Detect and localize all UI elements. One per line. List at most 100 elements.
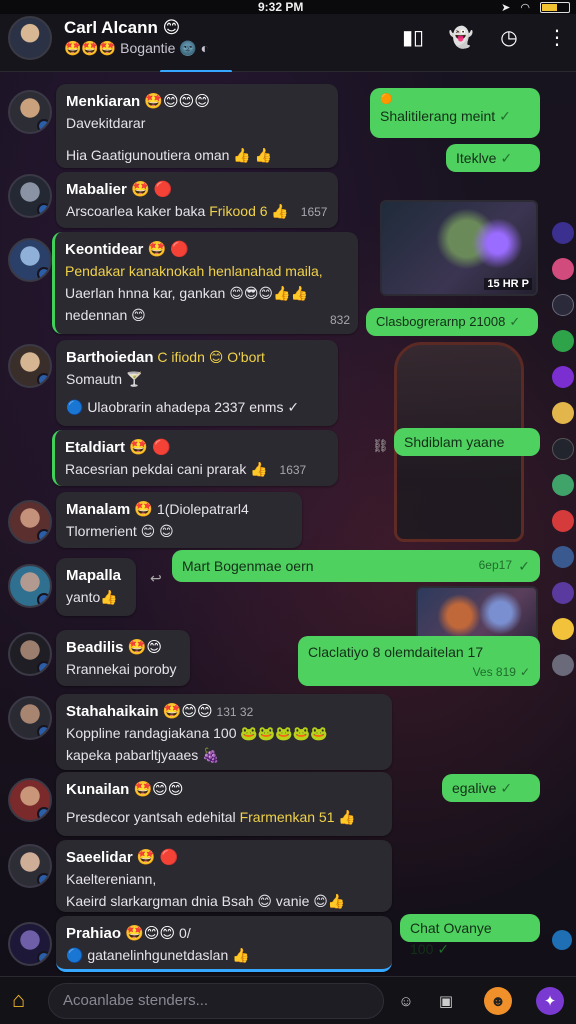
sticker-icon[interactable] [552,438,574,460]
message-text: Uaerlan hnna kar, gankan 😊😎😊👍👍 [65,284,308,301]
outgoing-message[interactable]: Chat Ovanye 100 ✓ [400,914,540,957]
link-icon[interactable]: ⛓ [372,438,389,454]
location-icon: ➤ [501,2,511,14]
message-input[interactable]: Acoanlabe stenders... [48,983,384,1019]
message-bubble[interactable]: Menkiaran 🤩😊😊😊 Davekitdarar Hia Gaatigun… [56,84,338,168]
game-controller-icon[interactable]: ✦ [536,987,564,1015]
outgoing-message[interactable]: Claclatiyo 8 olemdaitelan 17 Ves 819 ✓ [298,636,540,686]
contact-status: 🤩🤩🤩 Bogantie 🌚 ◐ [64,40,210,56]
message-composer: ⌂ Acoanlabe stenders... ☺ ▣ ☻ ✦ [0,976,576,1024]
contact-avatar[interactable] [8,16,52,60]
read-check-icon: ✓ [500,150,513,166]
sticker-icon[interactable] [552,402,574,424]
sticker-icon[interactable] [552,582,574,604]
contact-icon[interactable]: ☺ [392,987,420,1015]
sender-name: Mabalier 🤩 🔴 [66,181,173,198]
image-label: 15 HR P [484,278,532,290]
sticker-icon[interactable] [552,510,574,532]
reply-icon[interactable]: ↩ [150,570,162,587]
sticker-icon[interactable] [552,330,574,352]
outgoing-message[interactable]: Iteklve ✓ [446,144,540,172]
avatar[interactable] [8,564,52,608]
read-check-icon: ✓ [437,941,450,957]
avatar[interactable] [8,778,52,822]
sender-name: Mapalla [66,567,122,584]
message-text: Somautn 🍸 [66,371,144,388]
message-bubble[interactable]: Mapalla yanto👍 [56,558,136,616]
message-bubble[interactable]: Manalam 🤩 1(Diolepatrarl4 Tlormerient 😊 … [56,492,302,548]
scroll-to-bottom-icon[interactable] [552,930,572,950]
message-text: Presdecor yantsah edehital Frarmenkan 51… [66,809,356,826]
sticker-icon[interactable] [552,294,574,316]
message-bubble[interactable]: Kunailan 🤩😊😊 Presdecor yantsah edehital … [56,772,392,836]
message-time: 1657 [300,205,328,220]
sender-name: Stahahaikain 🤩😊😊 [66,703,213,720]
sticker-icon: 🟠 [380,94,393,105]
message-bubble[interactable]: Mabalier 🤩 🔴 Arscoarlea kaker baka Friko… [56,172,338,228]
sticker-icon[interactable] [552,654,574,676]
sender-name: Etaldiart 🤩 🔴 [65,439,171,456]
avatar[interactable] [8,90,52,134]
avatar[interactable] [8,344,52,388]
message-bubble[interactable]: Barthoiedan C ifiodn 😊 O'bort Somautn 🍸 … [56,340,338,426]
outgoing-message[interactable]: Mart Bogenmae oern 6ep17 ✓ [172,550,540,582]
message-text: Racesrian pekdai cani prarak 👍 1637 [65,461,307,478]
avatar[interactable] [8,174,52,218]
message-bubble[interactable]: Etaldiart 🤩 🔴 Racesrian pekdai cani prar… [52,430,338,486]
chat-header: Carl Alcann 😊 🤩🤩🤩 Bogantie 🌚 ◐ ▮▯ 👻 ◷ ⋮ [0,14,576,73]
status-bar: 9:32 PM ➤ ◠ [0,0,576,14]
more-options-icon[interactable]: ⋮ [546,26,568,49]
sender-name: Beadilis 🤩😊 [66,639,163,656]
sender-name: Saeelidar 🤩 🔴 [66,849,179,866]
video-call-icon[interactable]: ▮▯ [402,26,424,49]
message-time: 832 [329,313,350,328]
timer-icon[interactable]: ◷ [498,26,520,49]
message-bubble[interactable]: Keontidear 🤩 🔴 Pendakar kanaknokah henla… [52,232,358,334]
sticker-icon[interactable] [552,618,574,640]
avatar[interactable] [8,696,52,740]
message-text: Hia Gaatigunoutiera oman 👍 👍 [66,146,273,163]
avatar[interactable] [8,922,52,966]
chat-area[interactable]: Menkiaran 🤩😊😊😊 Davekitdarar Hia Gaatigun… [0,72,576,976]
message-text: Kaeird slarkargman dnia Bsah 😊 vanie 😊👍 [66,892,346,909]
message-text: egalive [452,780,497,796]
sticker-icon[interactable] [552,546,574,568]
outgoing-message[interactable]: egalive ✓ [442,774,540,802]
read-check-icon: ✓ [509,314,521,329]
avatar[interactable] [8,844,52,888]
avatar[interactable] [8,632,52,676]
home-icon[interactable]: ⌂ [12,989,34,1011]
message-bubble[interactable]: Saeelidar 🤩 🔴 Kaeltereniann, Kaeird slar… [56,840,392,912]
sticker-icon[interactable] [552,366,574,388]
message-text: Koppline randagiakana 100 🐸🐸🐸🐸🐸 [66,725,328,742]
message-time: 6ep17 [478,558,512,572]
message-bubble[interactable]: Beadilis 🤩😊 Rrannekai poroby [56,630,190,686]
message-bubble[interactable]: Stahahaikain 🤩😊😊 131 32 Koppline randagi… [56,694,392,770]
message-text: Pendakar kanaknokah henlanahad maila, [65,263,323,280]
sticker-icon[interactable] [552,222,574,244]
message-text: Arscoarlea kaker baka Frikood 6 👍 1657 [66,203,328,220]
avatar[interactable] [8,500,52,544]
read-check-icon: ✓ [519,665,530,679]
wifi-icon: ◠ [520,2,530,14]
message-bubble[interactable]: Prahiao 🤩😊😊 0/ 🔵 gatanelinhgunetdaslan 👍 [56,916,392,972]
message-text: Shalitilerang meint [380,108,496,124]
attachment-icon[interactable]: ▣ [432,987,460,1015]
avatar[interactable] [8,238,52,282]
message-text: Chat Ovanye 100 [410,920,492,957]
sender-tag: C ifiodn 😊 O'bort [157,349,265,365]
shared-image[interactable]: 15 HR P [380,200,538,296]
sender-name: Keontidear 🤩 🔴 [65,241,190,258]
contact-name[interactable]: Carl Alcann 😊 [64,18,180,38]
outgoing-message[interactable]: Shdiblam yaane [394,428,540,456]
outgoing-message[interactable]: Clasbogrerarnp 21008 ✓ [366,308,538,336]
message-text: nedennan 😊 [65,306,146,323]
sender-name: Barthoiedan [66,349,154,366]
sticker-icon[interactable] [552,258,574,280]
outgoing-message[interactable]: 🟠 Shalitilerang meint ✓ [370,88,540,138]
ghost-icon[interactable]: 👻 [449,26,474,49]
sender-tag: 131 32 [216,705,254,719]
sticker-icon[interactable] [552,474,574,496]
emoji-icon[interactable]: ☻ [484,987,512,1015]
message-text: kapeka pabarltjyaaes 🍇 [66,746,220,763]
